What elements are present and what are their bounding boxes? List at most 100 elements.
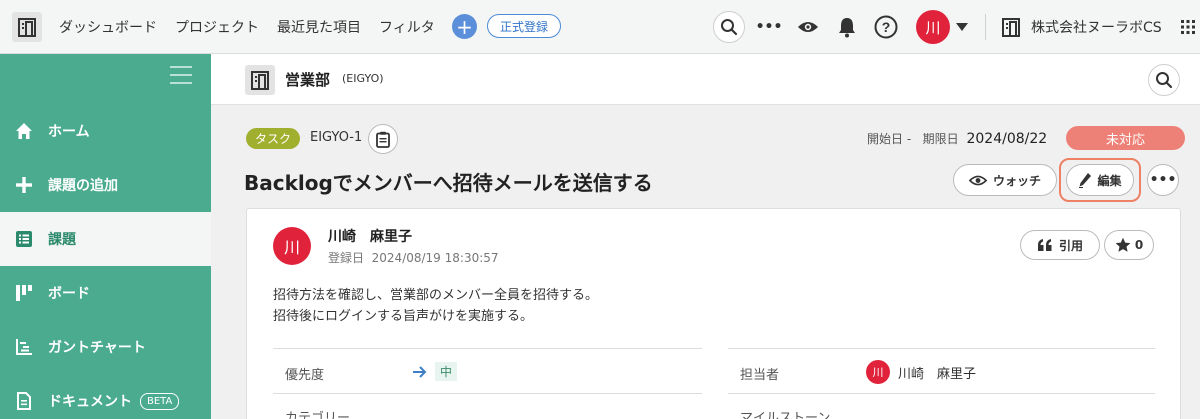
board-icon [16,285,32,301]
category-label: カテゴリー [285,411,351,419]
building-icon [1002,18,1020,37]
svg-text:?: ? [882,19,891,35]
author-avatar[interactable]: 川 [273,227,311,265]
nav-dashboard[interactable]: ダッシュボード [59,17,157,37]
watch-button[interactable]: ウォッチ [953,164,1057,196]
notification-button[interactable] [835,14,859,40]
edit-label: 編集 [1097,173,1122,188]
user-avatar[interactable]: 川 [916,10,950,44]
due-date-label: 期限日 [922,132,959,146]
building-icon [18,18,36,37]
add-button[interactable]: + [452,14,477,39]
assignee-name[interactable]: 川崎 麻里子 [898,363,976,382]
search-icon [721,19,738,36]
register-button[interactable]: 正式登録 [487,14,562,38]
priority-value-wrap: 中 [413,362,458,381]
nav-projects[interactable]: プロジェクト [175,17,259,37]
gantt-icon [16,339,32,355]
issue-type-badge: タスク [246,128,301,149]
assignee-row: 担当者 川 川崎 麻里子 [728,348,1155,394]
quote-button[interactable]: 引用 [1020,230,1100,260]
top-bar: ダッシュボード プロジェクト 最近見た項目 フィルタ + 正式登録 ••• ? … [0,0,1200,54]
search-icon [1156,72,1173,89]
beta-badge: BETA [140,392,180,410]
assignee-avatar[interactable]: 川 [866,360,890,384]
clipboard-icon [376,131,390,148]
start-date-label: 開始日 [867,132,904,146]
project-logo[interactable] [245,65,275,95]
sidebar-item-label: 課題の追加 [48,178,118,194]
project-header: 営業部 (EIGYO) [211,54,1200,105]
description-line: 招待後にログインする旨声がけを実施する。 [273,309,534,324]
issue-more-button[interactable]: ••• [1147,164,1179,196]
sidebar-item-document[interactable]: ドキュメント BETA [0,374,211,419]
caret-down-icon [956,23,968,31]
app-switcher-button[interactable] [1180,19,1196,35]
search-button[interactable] [713,11,745,43]
issue-key: EIGYO-1 [310,130,363,145]
eye-icon [968,175,987,185]
help-icon: ? [874,15,898,39]
more-menu-button[interactable]: ••• [756,17,783,37]
start-date-value: - [906,132,912,146]
priority-row: 優先度 中 [273,348,702,394]
sidebar-item-gantt[interactable]: ガントチャート [0,320,211,374]
issue-detail-card: 川 川崎 麻里子 登録日 2024/08/19 18:30:57 引用 0 招待… [246,208,1181,419]
building-icon [251,71,269,90]
issue-title: Backlogでメンバーへ招待メールを送信する [244,171,653,195]
registered-label: 登録日 [328,251,365,265]
issue-dates: 開始日 - 期限日 2024/08/22 [867,130,1047,147]
sidebar-item-board[interactable]: ボード [0,266,211,320]
eye-icon [798,22,818,32]
sidebar: ホーム 課題の追加 課題 ボード ガントチャート ドキュメント BETA [0,54,211,419]
issue-description: 招待方法を確認し、営業部のメンバー全員を招待する。 招待後にログインする旨声がけ… [273,285,598,327]
sidebar-item-issues[interactable]: 課題 [0,212,211,266]
sidebar-item-label: ボード [48,286,90,302]
menu-icon[interactable] [170,66,192,90]
edit-button[interactable]: 編集 [1066,164,1134,196]
registered-date: 登録日 2024/08/19 18:30:57 [328,249,499,266]
description-line: 招待方法を確認し、営業部のメンバー全員を招待する。 [273,288,599,303]
sidebar-item-add-issue[interactable]: 課題の追加 [0,158,211,212]
list-icon [16,231,32,247]
space-logo[interactable] [12,12,42,42]
assignee-value-wrap: 川 川崎 麻里子 [866,360,976,384]
top-divider [985,14,986,40]
star-button[interactable]: 0 [1104,230,1154,260]
global-nav: ダッシュボード プロジェクト 最近見た項目 フィルタ [59,0,453,54]
priority-label: 優先度 [285,368,325,383]
quote-icon [1037,239,1052,251]
issue-content: タスク EIGYO-1 開始日 - 期限日 2024/08/22 未対応 Bac… [211,105,1200,419]
nav-recent[interactable]: 最近見た項目 [277,17,361,37]
project-name[interactable]: 営業部 [285,69,330,90]
watch-list-button[interactable] [795,15,821,39]
user-menu-toggle[interactable] [954,20,970,34]
nav-filter[interactable]: フィルタ [379,17,435,37]
sidebar-item-label: ホーム [48,124,90,140]
milestone-label: マイルストーン [740,411,831,419]
sidebar-item-label: ドキュメント [48,394,132,410]
status-badge[interactable]: 未対応 [1066,126,1185,150]
home-icon [16,123,32,139]
due-date-value: 2024/08/22 [966,131,1048,147]
org-name[interactable]: 株式会社ヌーラボCS [1031,17,1162,37]
help-button[interactable]: ? [873,14,899,40]
sidebar-item-home[interactable]: ホーム [0,104,211,158]
star-icon [1115,237,1131,252]
bell-icon [839,18,855,38]
pencil-icon [1079,173,1092,188]
registered-value: 2024/08/19 18:30:57 [371,251,499,265]
project-key: (EIGYO) [342,72,384,85]
sidebar-item-label: ガントチャート [48,340,146,356]
author-name[interactable]: 川崎 麻里子 [328,226,412,246]
star-count: 0 [1134,238,1144,252]
project-search-button[interactable] [1148,64,1180,96]
assignee-label: 担当者 [740,368,780,383]
watch-label: ウォッチ [992,173,1041,188]
sidebar-item-label: 課題 [48,232,76,248]
priority-value: 中 [435,362,458,381]
document-icon [17,392,31,410]
org-icon-wrap [1000,16,1022,38]
copy-key-button[interactable] [368,124,398,154]
grid-icon [1181,20,1195,34]
